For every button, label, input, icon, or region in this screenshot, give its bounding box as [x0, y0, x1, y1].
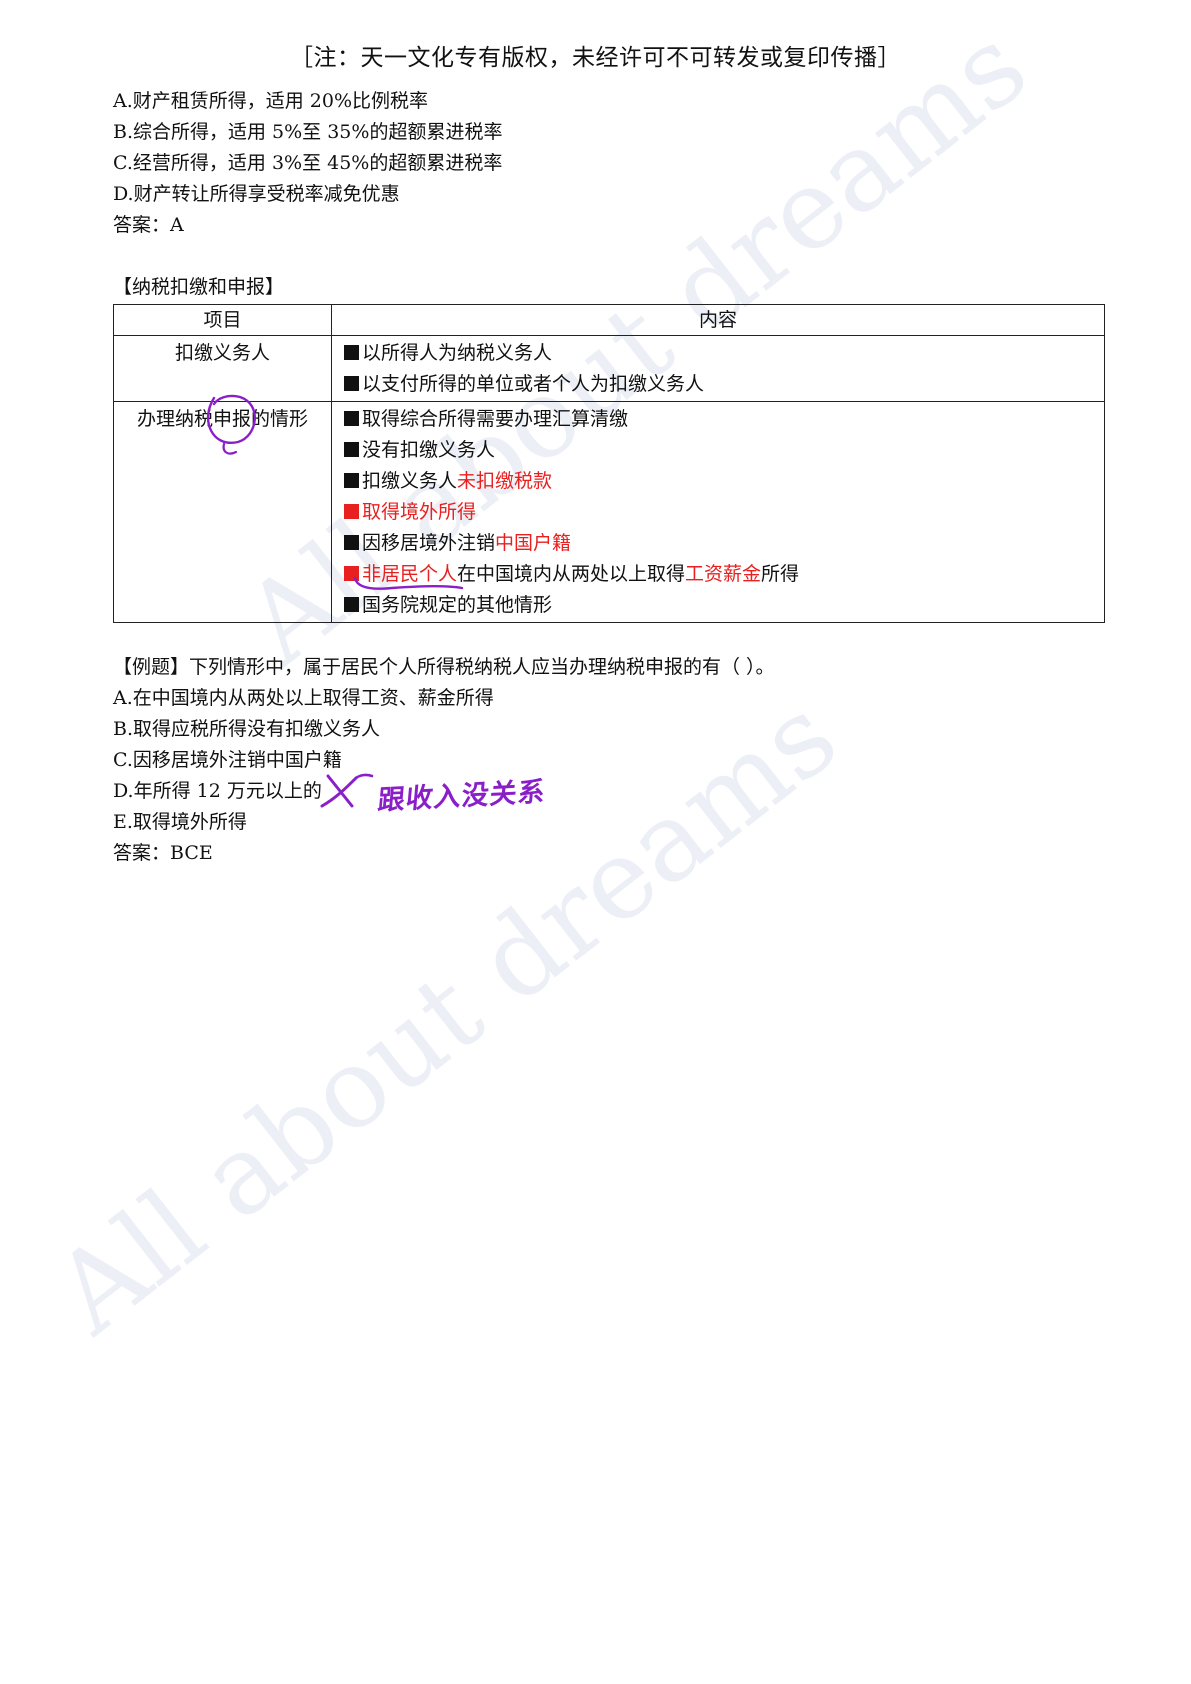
list-item: 取得综合所得需要办理汇算清缴: [344, 404, 1098, 435]
section-title: 【纳税扣缴和申报】: [113, 276, 285, 298]
list-item: 没有扣缴义务人: [344, 435, 1098, 466]
header-content: 内容: [331, 304, 1105, 336]
example-option-c: C.因移居境外注销中国户籍: [113, 749, 342, 771]
list-item: 以所得人为纳税义务人: [344, 338, 1098, 369]
list-item: 国务院规定的其他情形: [344, 590, 1098, 621]
bullet-square-icon: [344, 473, 359, 488]
example-answer: 答案：BCE: [113, 842, 213, 864]
example-stem: 【例题】下列情形中，属于居民个人所得税纳税人应当办理纳税申报的有（ ）。: [113, 656, 775, 678]
bullet-square-icon: [344, 411, 359, 426]
bullet-square-icon: [344, 376, 359, 391]
list-item: 非居民个人在中国境内从两处以上取得工资薪金所得: [344, 559, 1098, 590]
bullet-square-icon: [344, 566, 359, 581]
list-item: 扣缴义务人未扣缴税款: [344, 466, 1098, 497]
list-item: 以支付所得的单位或者个人为扣缴义务人: [344, 369, 1098, 400]
header-item: 项目: [113, 304, 332, 336]
option-c: C.经营所得，适用 3%至 45%的超额累进税率: [113, 152, 503, 174]
answer-line: 答案：A: [113, 214, 184, 236]
example-option-a: A.在中国境内从两处以上取得工资、薪金所得: [113, 687, 494, 709]
row-content-filing-situations: 取得综合所得需要办理汇算清缴 没有扣缴义务人 扣缴义务人未扣缴税款 取得境外所得…: [331, 401, 1105, 623]
example-option-b: B.取得应税所得没有扣缴义务人: [113, 718, 381, 740]
bullet-square-icon: [344, 345, 359, 360]
bullet-square-icon: [344, 597, 359, 612]
row-content-withholding-agent: 以所得人为纳税义务人 以支付所得的单位或者个人为扣缴义务人: [331, 335, 1105, 402]
previous-question-options: A.财产租赁所得，适用 20%比例税率 B.综合所得，适用 5%至 35%的超额…: [113, 86, 502, 241]
example-question: 【例题】下列情形中，属于居民个人所得税纳税人应当办理纳税申报的有（ ）。 A.在…: [113, 652, 775, 869]
bullet-square-icon: [344, 504, 359, 519]
bullet-square-icon: [344, 535, 359, 550]
option-b: B.综合所得，适用 5%至 35%的超额累进税率: [113, 121, 503, 143]
option-d: D.财产转让所得享受税率减免优惠: [113, 183, 400, 205]
row-label-filing-situations: 办理纳税申报的情形: [113, 401, 332, 623]
bullet-square-icon: [344, 442, 359, 457]
table-row: 办理纳税申报的情形 取得综合所得需要办理汇算清缴 没有扣缴义务人 扣缴义务人未扣…: [113, 401, 1105, 623]
row-label-withholding-agent: 扣缴义务人: [113, 335, 332, 402]
withholding-filing-table: 项目 内容 扣缴义务人 以所得人为纳税义务人 以支付所得的单位或者个人为扣缴义务…: [113, 304, 1105, 623]
copyright-header: ［注：天一文化专有版权，未经许可不可转发或复印传播］: [290, 45, 901, 71]
option-a: A.财产租赁所得，适用 20%比例税率: [113, 90, 429, 112]
list-item: 取得境外所得: [344, 497, 1098, 528]
table-row: 扣缴义务人 以所得人为纳税义务人 以支付所得的单位或者个人为扣缴义务人: [113, 335, 1105, 402]
list-item: 因移居境外注销中国户籍: [344, 528, 1098, 559]
table-header-row: 项目 内容: [113, 304, 1105, 336]
